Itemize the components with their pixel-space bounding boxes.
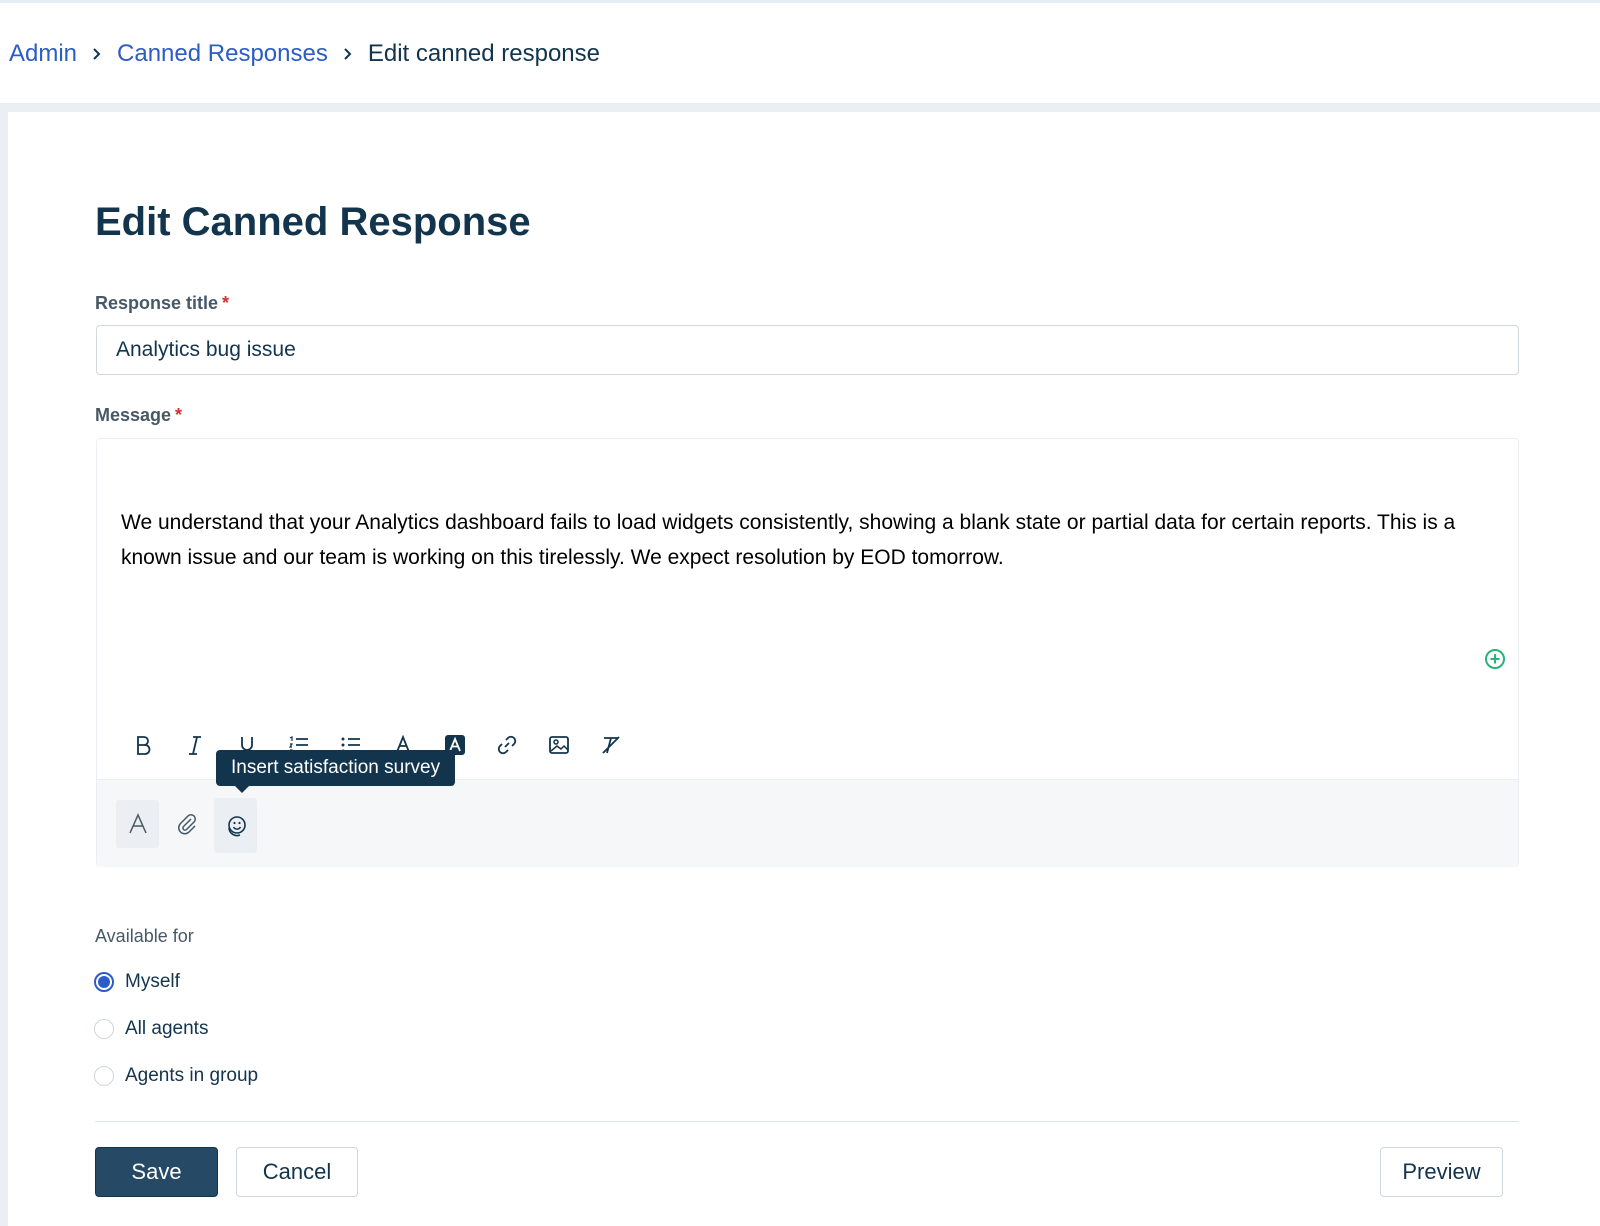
available-for-label: Available for <box>95 926 194 946</box>
radio-agents-in-group[interactable]: Agents in group <box>94 1065 258 1087</box>
header: Admin Canned Responses Edit canned respo… <box>0 3 1600 104</box>
tooltip: Insert satisfaction survey <box>216 750 456 793</box>
italic-icon[interactable] <box>169 729 221 761</box>
divider <box>95 1121 1519 1122</box>
editor-footer-bar <box>97 779 1518 867</box>
radio-label: Agents in group <box>125 1065 259 1086</box>
chevron-right-icon <box>342 47 354 61</box>
attachment-icon[interactable] <box>165 800 208 848</box>
message-label: Message * <box>95 405 183 425</box>
preview-button[interactable]: Preview <box>1380 1147 1503 1197</box>
text-format-icon[interactable] <box>116 800 159 848</box>
bold-icon[interactable] <box>117 729 169 761</box>
message-editor[interactable]: We understand that your Analytics dashbo… <box>96 438 1519 867</box>
radio-button[interactable] <box>94 1066 114 1086</box>
message-body[interactable]: We understand that your Analytics dashbo… <box>121 505 1496 575</box>
required-asterisk: * <box>222 293 230 313</box>
required-asterisk: * <box>175 405 183 425</box>
radio-button[interactable] <box>94 972 114 992</box>
response-title-input[interactable] <box>96 325 1519 375</box>
radio-all-agents[interactable]: All agents <box>94 1018 208 1040</box>
tooltip-text: Insert satisfaction survey <box>231 757 441 778</box>
plus-circle-icon[interactable]: + <box>1485 649 1505 669</box>
image-icon[interactable] <box>533 729 585 761</box>
breadcrumb: Admin Canned Responses Edit canned respo… <box>9 40 600 68</box>
satisfaction-survey-icon[interactable] <box>214 798 257 853</box>
radio-button[interactable] <box>94 1019 114 1039</box>
link-icon[interactable] <box>481 729 533 761</box>
response-title-label: Response title * <box>95 293 230 313</box>
clear-format-icon[interactable] <box>585 729 637 761</box>
save-button[interactable]: Save <box>95 1147 218 1197</box>
tooltip-arrow <box>235 786 249 793</box>
breadcrumb-canned-responses-link[interactable]: Canned Responses <box>117 40 328 68</box>
radio-label: Myself <box>125 971 180 992</box>
chevron-right-icon <box>91 47 103 61</box>
radio-label: All agents <box>125 1018 209 1039</box>
breadcrumb-admin-link[interactable]: Admin <box>9 40 77 68</box>
page-title: Edit Canned Response <box>95 200 531 244</box>
cancel-button[interactable]: Cancel <box>236 1147 358 1197</box>
form-panel: Edit Canned Response Response title* Mes… <box>8 112 1600 1226</box>
breadcrumb-current: Edit canned response <box>367 40 601 67</box>
radio-myself[interactable]: Myself <box>94 971 180 993</box>
